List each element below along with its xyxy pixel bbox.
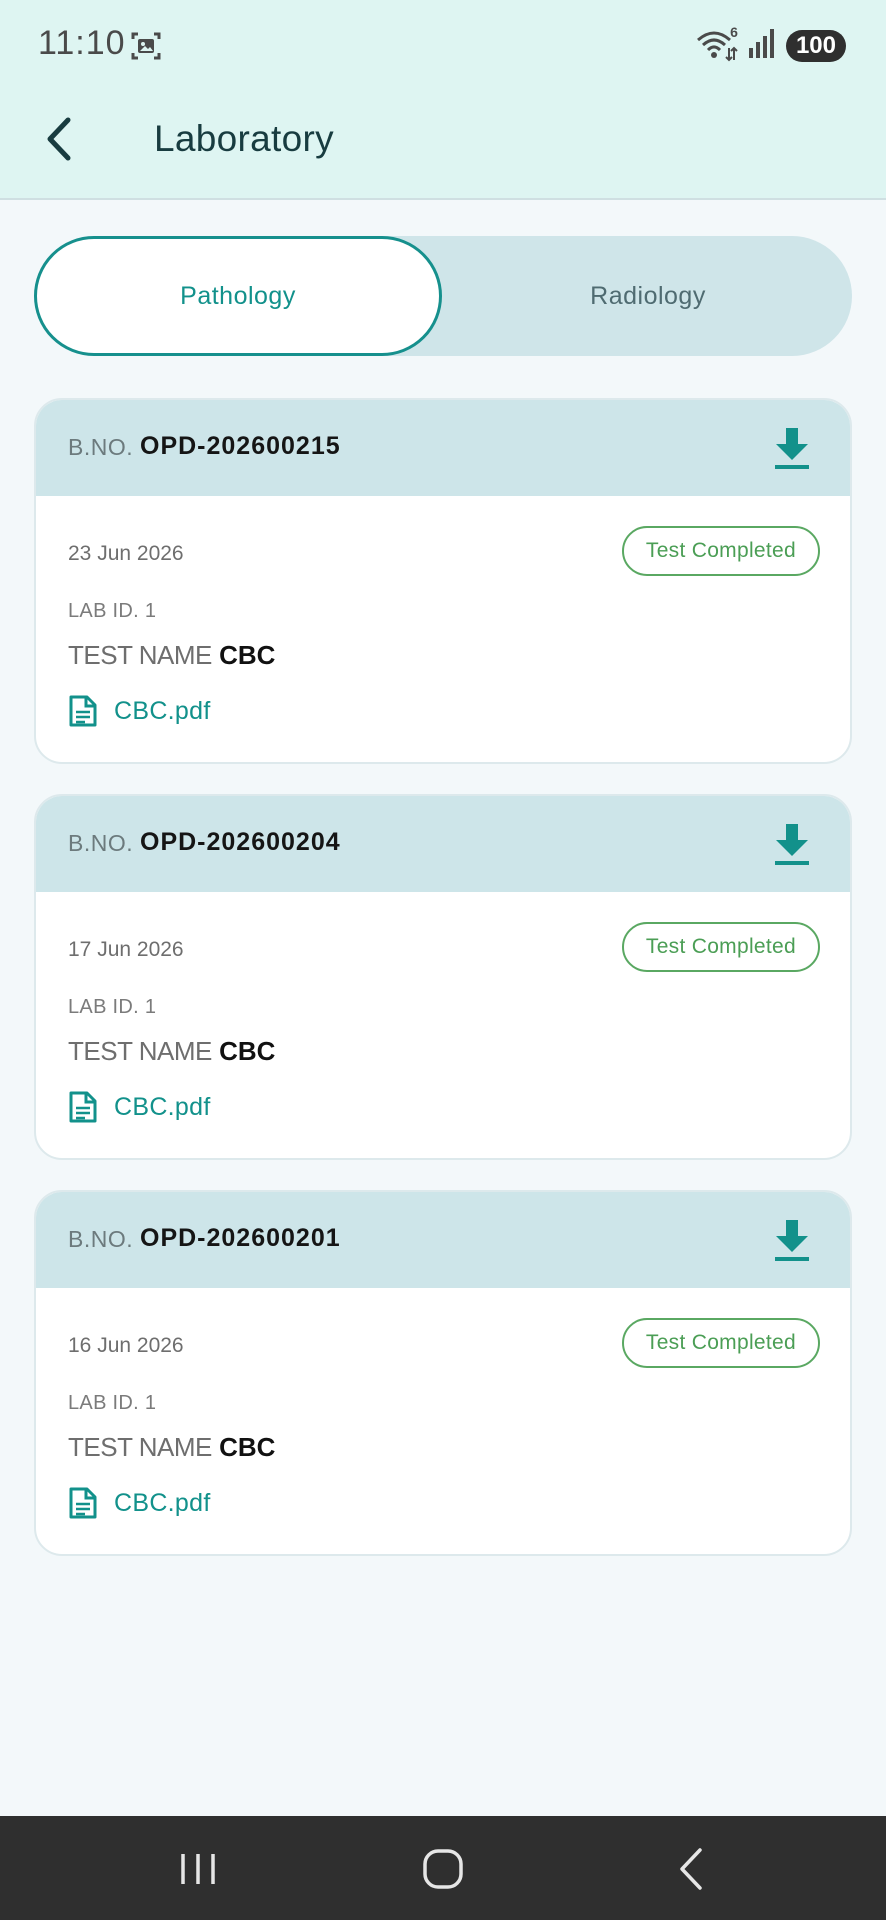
report-file-link[interactable]: CBC.pdf bbox=[68, 694, 211, 728]
download-icon bbox=[775, 428, 809, 469]
download-icon bbox=[775, 1220, 809, 1261]
test-name-label: TEST NAME bbox=[68, 1432, 212, 1462]
tab-pathology[interactable]: Pathology bbox=[34, 236, 442, 356]
test-name: CBC bbox=[219, 1036, 276, 1066]
report-file-link[interactable]: CBC.pdf bbox=[68, 1486, 211, 1520]
report-card-header: B.NO. OPD-202600215 bbox=[36, 400, 850, 496]
bill-number-label: B.NO. bbox=[68, 1226, 134, 1252]
recents-icon bbox=[181, 1854, 215, 1884]
bill-number-label: B.NO. bbox=[68, 830, 134, 856]
report-card-header: B.NO. OPD-202600201 bbox=[36, 1192, 850, 1288]
bill-number-label: B.NO. bbox=[68, 434, 134, 460]
lab-id: LAB ID. 1 bbox=[68, 1392, 157, 1414]
download-button[interactable] bbox=[772, 822, 812, 868]
file-name[interactable]: CBC.pdf bbox=[114, 1489, 211, 1518]
back-icon bbox=[680, 1848, 702, 1890]
recents-button[interactable] bbox=[175, 1846, 221, 1892]
lab-id: LAB ID. 1 bbox=[68, 996, 157, 1018]
bill-number: OPD-202600201 bbox=[140, 1224, 341, 1252]
report-date: 16 Jun 2026 bbox=[68, 1334, 184, 1357]
report-date: 23 Jun 2026 bbox=[68, 542, 184, 565]
chevron-left-icon bbox=[47, 117, 71, 161]
test-name-row: TEST NAME CBC bbox=[68, 1036, 275, 1067]
status-badge: Test Completed bbox=[621, 526, 820, 576]
wifi-badge: 6 bbox=[730, 23, 738, 40]
home-icon bbox=[423, 1849, 463, 1889]
file-name[interactable]: CBC.pdf bbox=[114, 1093, 211, 1122]
signal-icon bbox=[748, 28, 776, 63]
lab-id: LAB ID. 1 bbox=[68, 600, 157, 622]
download-icon bbox=[775, 824, 809, 865]
page-title: Laboratory bbox=[154, 118, 334, 159]
test-name: CBC bbox=[219, 640, 276, 670]
home-button[interactable] bbox=[420, 1846, 466, 1892]
tab-radiology[interactable]: Radiology bbox=[444, 236, 852, 356]
status-badge: Test Completed bbox=[621, 922, 820, 972]
test-name-row: TEST NAME CBC bbox=[68, 1432, 275, 1463]
document-icon bbox=[69, 1091, 97, 1123]
system-nav-bar bbox=[0, 1816, 886, 1920]
app-header: 11:10 6 100 Laboratory bbox=[0, 0, 886, 200]
report-card-header: B.NO. OPD-202600204 bbox=[36, 796, 850, 892]
report-file-link[interactable]: CBC.pdf bbox=[68, 1090, 211, 1124]
document-icon bbox=[69, 1487, 97, 1519]
screenshot-icon bbox=[130, 30, 162, 67]
report-card: B.NO. OPD-202600215 23 Jun 2026 Test Com… bbox=[34, 398, 852, 764]
download-button[interactable] bbox=[772, 426, 812, 472]
download-button[interactable] bbox=[772, 1218, 812, 1264]
test-name-label: TEST NAME bbox=[68, 1036, 212, 1066]
test-name-label: TEST NAME bbox=[68, 640, 212, 670]
test-name: CBC bbox=[219, 1432, 276, 1462]
report-card: B.NO. OPD-202600204 17 Jun 2026 Test Com… bbox=[34, 794, 852, 1160]
wifi-icon: 6 bbox=[696, 24, 738, 62]
battery-indicator: 100 bbox=[785, 29, 846, 62]
bill-number: OPD-202600215 bbox=[140, 432, 341, 460]
back-button[interactable] bbox=[40, 114, 80, 164]
system-back-button[interactable] bbox=[670, 1846, 716, 1892]
status-badge: Test Completed bbox=[621, 1318, 820, 1368]
report-card: B.NO. OPD-202600201 16 Jun 2026 Test Com… bbox=[34, 1190, 852, 1556]
status-indicators: 6 100 bbox=[696, 24, 846, 63]
report-date: 17 Jun 2026 bbox=[68, 938, 184, 961]
bill-number: OPD-202600204 bbox=[140, 828, 341, 856]
document-icon bbox=[69, 695, 97, 727]
test-name-row: TEST NAME CBC bbox=[68, 640, 275, 671]
lab-type-tabs: Pathology Radiology bbox=[34, 236, 852, 356]
status-time: 11:10 bbox=[38, 24, 126, 62]
file-name[interactable]: CBC.pdf bbox=[114, 697, 211, 726]
